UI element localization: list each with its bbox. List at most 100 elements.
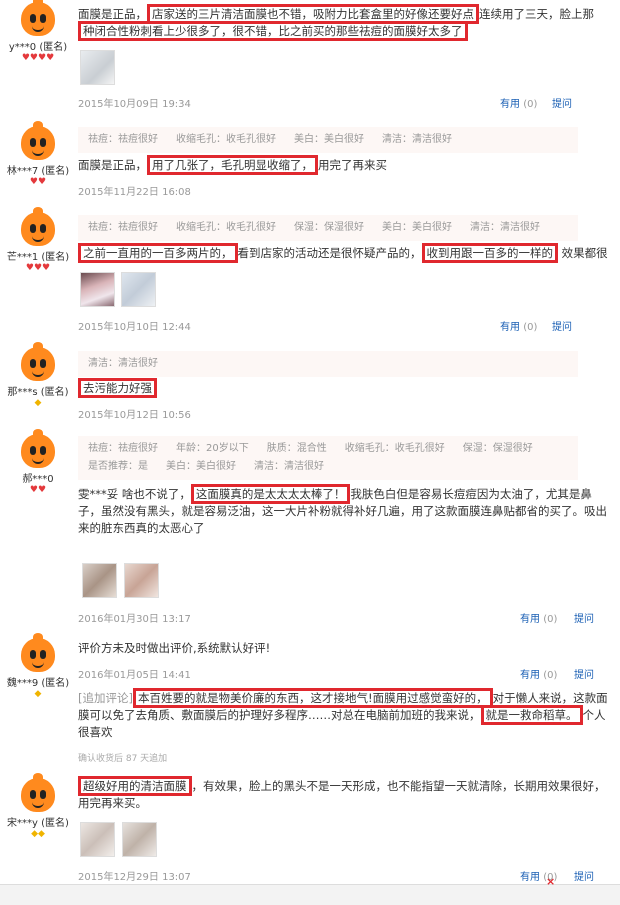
review-tags: 清洁：清洁很好 <box>78 351 578 377</box>
review-date: 2015年11月22日 16:08 <box>78 187 191 198</box>
useful-button[interactable]: 有用 (0) <box>500 318 537 333</box>
avatar[interactable] <box>21 429 55 468</box>
ask-button[interactable]: 提问 <box>552 318 572 333</box>
review-photo[interactable] <box>122 822 157 857</box>
review-item: 魏***9 (匿名) ◆ 评价方未及时做出评价,系统默认好评! 2016年01月… <box>0 630 620 771</box>
review-text: 之前一直用的一百多两片的， 看到店家的活动还是很怀疑产品的， 收到用跟一百多的一样的… <box>78 243 608 263</box>
reviewer-name: 那***s (匿名) <box>7 387 69 398</box>
tag: 保湿：保湿很好 <box>462 443 533 454</box>
review-photo[interactable] <box>80 50 115 85</box>
review-item: 芒***1 (匿名) ♥♥♥ 祛痘：祛痘很好 收缩毛孔：收毛孔很好 保湿：保湿很好 美… <box>0 204 620 341</box>
reviewer-info: 林***7 (匿名) ♥♥ <box>0 121 76 188</box>
review-photo[interactable] <box>82 563 117 598</box>
level-diamond-icon: ◆◆ <box>31 829 45 839</box>
review-date: 2016年01月05日 14:41 <box>78 670 191 681</box>
review-text: 面膜是正品， 用了几张了，毛孔明显收缩了， 用完了再来买 <box>78 155 608 175</box>
highlight-box: 种闭合性粉刺看上少很多了，很不错，比之前买的那些祛痘的面膜好太多了 <box>78 21 468 41</box>
avatar[interactable] <box>21 0 55 36</box>
ask-button[interactable]: 提问 <box>574 868 594 883</box>
tag: 肤质：混合性 <box>266 443 327 454</box>
reviewer-name: 芒***1 (匿名) <box>6 252 70 263</box>
append-review-text: [追加评论] 本百姓要的就是物美价廉的东西，这才接地气!面膜用过感觉蛮好的， 对于懒… <box>78 688 608 741</box>
highlight-box: 超级好用的清洁面膜 <box>78 776 192 796</box>
review-date: 2016年01月30日 13:17 <box>78 614 191 625</box>
level-diamond-icon: ◆ <box>34 689 42 699</box>
review-item: 林***7 (匿名) ♥♥ 祛痘：祛痘很好 收缩毛孔：收毛孔很好 美白：美白很好 清洁… <box>0 118 620 205</box>
tag: 保湿：保湿很好 <box>294 222 364 233</box>
reviewer-name: 魏***9 (匿名) <box>6 678 70 689</box>
tag: 清洁：清洁很好 <box>382 134 452 145</box>
review-photo[interactable] <box>80 822 115 857</box>
ask-button[interactable]: 提问 <box>574 610 594 625</box>
avatar[interactable] <box>21 121 55 160</box>
useful-button[interactable]: 有用 (0) <box>500 95 537 110</box>
avatar[interactable] <box>21 633 55 672</box>
highlight-box: 本百姓要的就是物美价廉的东西，这才接地气!面膜用过感觉蛮好的， <box>132 688 493 708</box>
tag: 收缩毛孔：收毛孔很好 <box>176 134 276 145</box>
tag: 年龄：20岁以下 <box>176 443 249 454</box>
highlight-box: 去污能力好强 <box>78 378 157 398</box>
review-date: 2015年12月29日 13:07 <box>78 872 191 883</box>
review-tags: 祛痘：祛痘很好 年龄：20岁以下 肤质：混合性 收缩毛孔：收毛孔很好 保湿：保湿很好 是… <box>78 436 578 480</box>
highlight-box: 之前一直用的一百多两片的， <box>78 243 238 263</box>
highlight-box: 用了几张了，毛孔明显收缩了， <box>147 155 318 175</box>
review-date: 2015年10月10日 12:44 <box>78 322 191 333</box>
tag: 祛痘：祛痘很好 <box>88 443 158 454</box>
review-photo[interactable] <box>124 563 159 598</box>
tag: 美白：美白很好 <box>294 134 364 145</box>
useful-button[interactable]: 有用 (0) <box>520 666 557 681</box>
reviewer-name: 宋***y (匿名) <box>7 818 69 829</box>
tag: 收缩毛孔：收毛孔很好 <box>176 222 276 233</box>
review-text: 去污能力好强 <box>78 378 608 398</box>
bottom-toolbar <box>0 884 620 905</box>
review-photo[interactable] <box>80 272 115 307</box>
reviewer-info: y***0 (匿名) ♥♥♥♥ <box>0 0 76 64</box>
reviewer-info: 芒***1 (匿名) ♥♥♥ <box>0 207 76 274</box>
review-date: 2015年10月12日 10:56 <box>78 410 191 421</box>
close-icon[interactable]: × <box>546 876 556 887</box>
tag: 祛痘：祛痘很好 <box>88 222 158 233</box>
review-tags: 祛痘：祛痘很好 收缩毛孔：收毛孔很好 保湿：保湿很好 美白：美白很好 清洁：清洁很好 <box>78 215 578 241</box>
level-diamond-icon: ◆ <box>34 398 42 408</box>
avatar[interactable] <box>21 342 55 381</box>
tag: 祛痘：祛痘很好 <box>88 134 158 145</box>
tag: 美白：美白很好 <box>382 222 452 233</box>
reviewer-name: y***0 (匿名) <box>8 42 68 53</box>
review-item: 那***s (匿名) ◆ 清洁：清洁很好 去污能力好强 2015年10月12日 … <box>0 340 620 425</box>
reviewer-info: 郝***0 ♥♥ <box>0 429 76 496</box>
level-hearts-icon: ♥♥ <box>29 485 47 495</box>
review-photo[interactable] <box>121 272 156 307</box>
review-text: 雯***妥 啥也不说了， 这面膜真的是太太太太棒了！ 我肤色白但是容易长痘痘因为太油… <box>78 484 608 537</box>
ask-button[interactable]: 提问 <box>574 666 594 681</box>
review-text: 超级好用的清洁面膜 ，有效果，脸上的黑头不是一天形成，也不能指望一天就清除，长期用… <box>78 776 608 812</box>
level-hearts-icon: ♥♥ <box>29 177 47 187</box>
reviewer-name: 郝***0 <box>22 474 54 485</box>
highlight-box: 收到用跟一百多的一样的 <box>421 243 558 263</box>
review-item: y***0 (匿名) ♥♥♥♥ 面膜是正品， 店家送的三片清洁面膜也不错，吸附力比… <box>0 0 620 119</box>
reviewer-info: 宋***y (匿名) ◆◆ <box>0 773 76 840</box>
reviewer-info: 那***s (匿名) ◆ <box>0 342 76 409</box>
tag: 清洁：清洁很好 <box>470 222 540 233</box>
level-hearts-icon: ♥♥♥♥ <box>21 53 55 63</box>
highlight-box: 这面膜真的是太太太太棒了！ <box>190 484 351 504</box>
append-timing: 确认收货后 87 天追加 <box>78 754 168 764</box>
reviewer-name: 林***7 (匿名) <box>6 166 70 177</box>
highlight-box: 就是一救命稻草。 <box>480 705 583 725</box>
useful-button[interactable]: 有用 (0) <box>520 610 557 625</box>
review-text: 面膜是正品， 店家送的三片清洁面膜也不错，吸附力比套盒里的好像还要好点 连续用了三天… <box>78 4 608 41</box>
review-tags: 祛痘：祛痘很好 收缩毛孔：收毛孔很好 美白：美白很好 清洁：清洁很好 <box>78 127 578 153</box>
tag: 清洁：清洁很好 <box>254 461 324 472</box>
review-date: 2015年10月09日 19:34 <box>78 99 191 110</box>
review-item: 宋***y (匿名) ◆◆ 超级好用的清洁面膜 ，有效果，脸上的黑头不是一天形成，… <box>0 770 620 884</box>
ask-button[interactable]: 提问 <box>552 95 572 110</box>
avatar[interactable] <box>21 207 55 246</box>
level-hearts-icon: ♥♥♥ <box>25 263 51 273</box>
tag: 美白：美白很好 <box>166 461 236 472</box>
avatar[interactable] <box>21 773 55 812</box>
review-item: 郝***0 ♥♥ 祛痘：祛痘很好 年龄：20岁以下 肤质：混合性 收缩毛孔：收毛孔很好… <box>0 424 620 631</box>
tag: 是否推荐：是 <box>88 461 148 472</box>
tag: 收缩毛孔：收毛孔很好 <box>344 443 445 454</box>
tag: 清洁：清洁很好 <box>88 358 158 369</box>
reviewer-info: 魏***9 (匿名) ◆ <box>0 633 76 700</box>
review-text: 评价方未及时做出评价,系统默认好评! <box>78 641 271 655</box>
